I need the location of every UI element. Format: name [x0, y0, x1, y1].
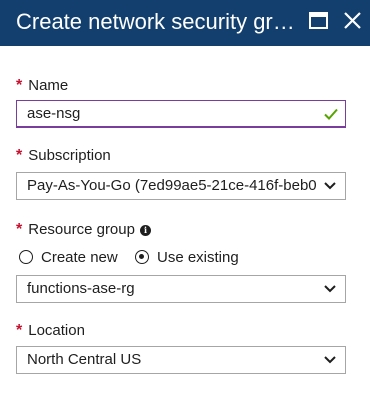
required-marker: *: [16, 221, 23, 238]
radio-create-new-label: Create new: [41, 249, 118, 266]
name-input[interactable]: ase-nsg: [16, 100, 346, 128]
name-label-text: Name: [28, 77, 69, 94]
chevron-down-icon: [324, 182, 336, 190]
subscription-label: * Subscription: [16, 147, 111, 165]
resource-group-value: functions-ase-rg: [27, 280, 135, 297]
resource-group-select[interactable]: functions-ase-rg: [16, 275, 346, 303]
name-label: * Name: [16, 77, 68, 95]
resource-group-label: * Resource group i: [16, 221, 151, 239]
info-icon[interactable]: i: [139, 225, 151, 236]
subscription-value: Pay-As-You-Go (7ed99ae5-21ce-416f-beb0: [27, 177, 317, 194]
location-value: North Central US: [27, 351, 142, 368]
location-label-text: Location: [28, 322, 85, 339]
location-label: * Location: [16, 322, 85, 340]
blade-title: Create network security gro...: [16, 9, 302, 34]
resource-group-label-text: Resource group: [28, 221, 135, 238]
radio-button-icon: [19, 250, 33, 264]
location-select[interactable]: North Central US: [16, 346, 346, 374]
chevron-down-icon: [324, 285, 336, 293]
required-marker: *: [16, 77, 23, 94]
name-input-value: ase-nsg: [27, 105, 81, 122]
close-icon[interactable]: [340, 8, 366, 34]
blade-header: Create network security gro...: [0, 0, 370, 46]
radio-use-existing-label: Use existing: [157, 249, 239, 266]
subscription-select[interactable]: Pay-As-You-Go (7ed99ae5-21ce-416f-beb0: [16, 172, 346, 200]
radio-button-selected-icon: [135, 250, 149, 264]
checkmark-icon: [324, 108, 338, 120]
maximize-icon[interactable]: [306, 8, 332, 34]
chevron-down-icon: [324, 356, 336, 364]
required-marker: *: [16, 322, 23, 339]
subscription-label-text: Subscription: [28, 147, 111, 164]
required-marker: *: [16, 147, 23, 164]
